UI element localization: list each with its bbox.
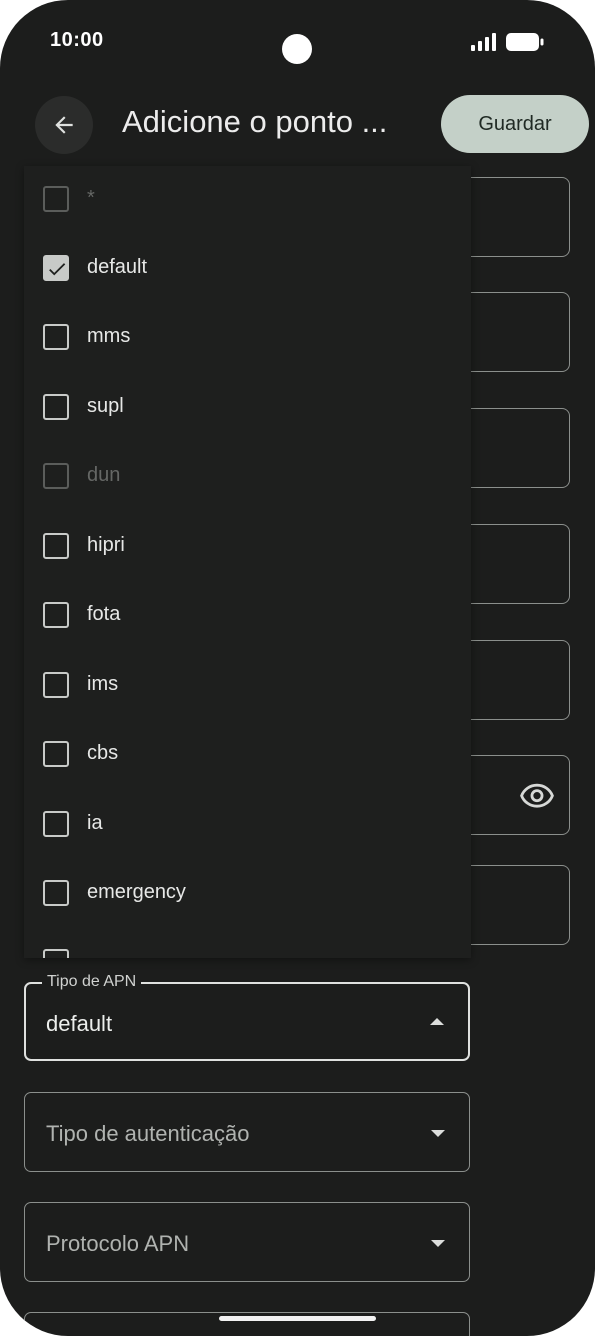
apn-protocol-placeholder: Protocolo APN	[46, 1231, 190, 1256]
menu-item-label: dun	[87, 464, 121, 486]
form-field-port[interactable]	[470, 524, 570, 604]
caret-down-icon	[431, 1130, 445, 1137]
menu-item-label: ims	[87, 673, 119, 695]
front-camera	[282, 34, 312, 64]
menu-item-next-partial[interactable]	[24, 929, 471, 958]
checkbox[interactable]	[43, 880, 69, 906]
checkbox[interactable]	[43, 255, 69, 281]
back-button[interactable]	[35, 96, 93, 154]
checkbox	[43, 463, 69, 489]
caret-down-icon	[431, 1240, 445, 1247]
checkbox[interactable]	[43, 394, 69, 420]
status-time: 10:00	[50, 29, 104, 51]
save-button[interactable]: Guardar	[441, 95, 589, 153]
menu-item-label: ia	[87, 812, 103, 834]
caret-up-icon	[430, 1018, 444, 1025]
menu-item-hipri[interactable]: hipri	[24, 513, 471, 582]
menu-item-label: hipri	[87, 534, 125, 556]
menu-item-cbs[interactable]: cbs	[24, 721, 471, 790]
arrow-back-icon	[55, 116, 73, 134]
checkbox[interactable]	[43, 602, 69, 628]
apn-type-label: Tipo de APN	[42, 973, 142, 991]
checkbox[interactable]	[43, 672, 69, 698]
menu-item-label: supl	[87, 395, 124, 417]
menu-item-label: fota	[87, 603, 121, 625]
checkbox[interactable]	[43, 741, 69, 767]
apn-type-menu: * default mms supl dun hipri fota ims cb…	[24, 166, 471, 958]
menu-item-label: default	[87, 256, 148, 278]
menu-item-ia[interactable]: ia	[24, 791, 471, 860]
auth-type-select[interactable]: Tipo de autenticação	[24, 1092, 470, 1172]
menu-item-supl[interactable]: supl	[24, 374, 471, 443]
home-indicator[interactable]	[219, 1316, 376, 1321]
status-bar: 10:00	[0, 0, 595, 90]
page-title: Adicione o ponto ...	[122, 104, 388, 139]
checkbox[interactable]	[43, 324, 69, 350]
apn-type-select[interactable]: Tipo de APN default	[24, 973, 470, 1061]
auth-type-placeholder: Tipo de autenticação	[46, 1121, 250, 1146]
phone-screen: 10:00 Adicione o ponto ... Guardar * def…	[0, 0, 595, 1336]
form-field-server[interactable]	[470, 865, 570, 945]
battery-icon	[506, 33, 544, 51]
form-field-name[interactable]	[470, 177, 570, 257]
form-field-username[interactable]	[470, 640, 570, 720]
menu-item-any: *	[24, 166, 471, 235]
signal-icon	[471, 33, 496, 51]
check-icon	[49, 263, 66, 276]
menu-item-label: emergency	[87, 881, 186, 903]
eye-icon[interactable]	[520, 781, 554, 809]
menu-item-mms[interactable]: mms	[24, 304, 471, 373]
checkbox[interactable]	[43, 533, 69, 559]
menu-item-ims[interactable]: ims	[24, 652, 471, 721]
menu-item-fota[interactable]: fota	[24, 582, 471, 651]
menu-item-emergency[interactable]: emergency	[24, 860, 471, 929]
checkbox[interactable]	[43, 811, 69, 837]
menu-item-label: cbs	[87, 742, 119, 764]
menu-item-label: *	[87, 187, 95, 209]
menu-item-dun: dun	[24, 443, 471, 512]
menu-item-default[interactable]: default	[24, 235, 471, 304]
apn-protocol-select[interactable]: Protocolo APN	[24, 1202, 470, 1282]
apn-type-value: default	[46, 1011, 113, 1036]
checkbox	[43, 186, 69, 212]
checkbox[interactable]	[43, 949, 69, 958]
form-field-proxy[interactable]	[470, 408, 570, 488]
form-field-apn[interactable]	[470, 292, 570, 372]
menu-item-label: mms	[87, 325, 131, 347]
